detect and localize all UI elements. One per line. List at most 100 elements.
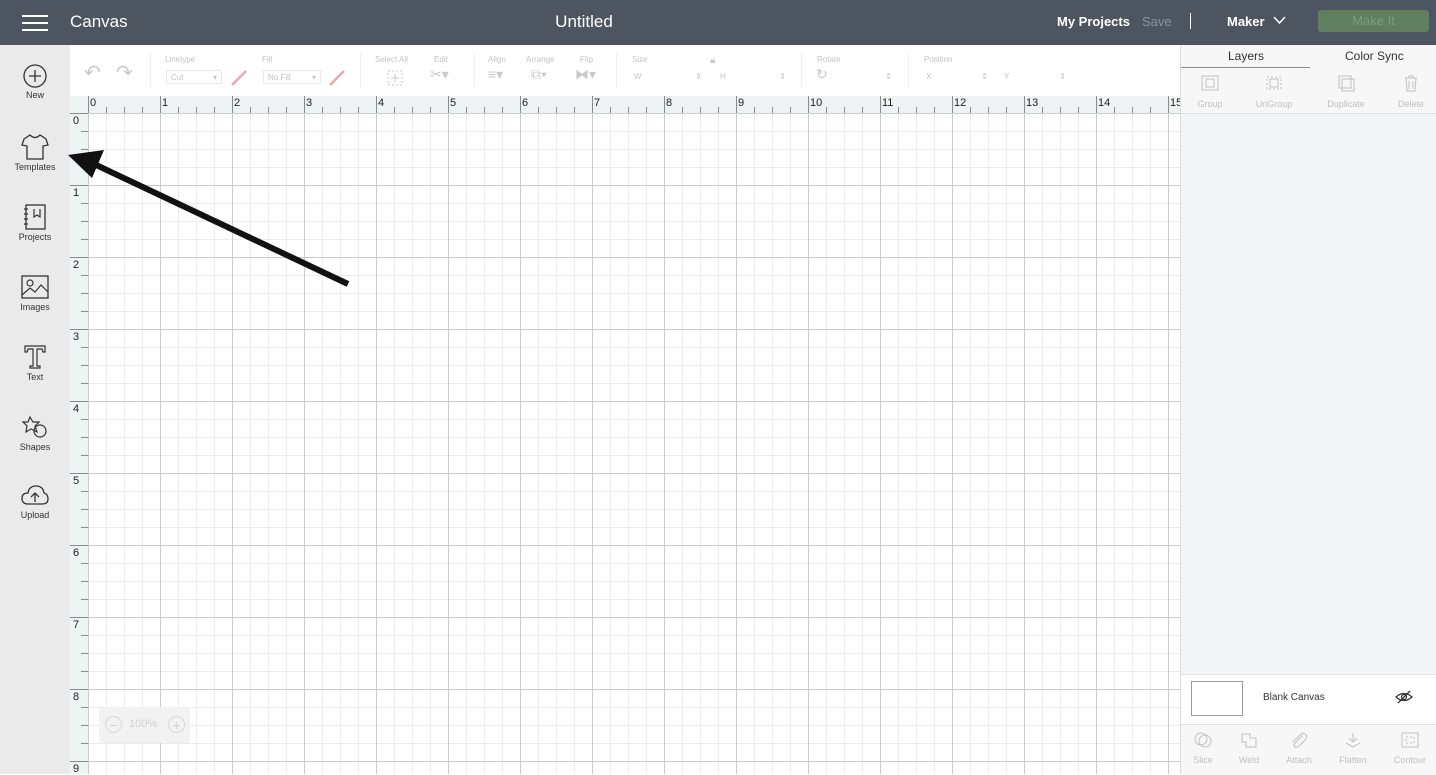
contour-label: Contour <box>1393 755 1427 765</box>
cloud-upload-icon <box>21 485 49 505</box>
linetype-label: Linetype <box>165 55 196 64</box>
zoom-in-button[interactable]: + <box>168 716 185 733</box>
duplicate-icon <box>1338 75 1355 92</box>
contour-button[interactable]: Contour <box>1385 731 1435 765</box>
machine-selector[interactable]: Maker <box>1227 14 1286 29</box>
group-icon <box>1201 75 1219 91</box>
stepper-icon: ⇕ <box>1059 72 1066 81</box>
edit-label: Edit <box>434 55 448 64</box>
linetype-value: Cut <box>171 73 184 82</box>
duplicate-button[interactable]: Duplicate <box>1314 74 1378 109</box>
blank-canvas-swatch[interactable] <box>1191 681 1243 716</box>
rotate-input[interactable]: ⇕ <box>834 70 894 84</box>
flatten-button[interactable]: Flatten <box>1328 731 1378 765</box>
my-projects-link[interactable]: My Projects <box>1057 14 1130 29</box>
sidebar-item-templates[interactable]: Templates <box>0 133 70 195</box>
ruler-number: 1 <box>73 187 80 199</box>
sidebar-item-label: Projects <box>18 232 52 242</box>
ruler-number: 12 <box>954 97 967 109</box>
sidebar-item-images[interactable]: Images <box>0 273 70 335</box>
sidebar-item-text[interactable]: Text <box>0 343 70 405</box>
layer-bottom-actions: Slice Weld Attach Flatten Contour <box>1181 724 1436 775</box>
size-width-input[interactable]: W ⇕ <box>630 70 704 84</box>
top-bar: Canvas Untitled My Projects Save Maker M… <box>0 0 1436 45</box>
tab-color-sync[interactable]: Color Sync <box>1345 49 1404 63</box>
delete-label: Delete <box>1397 99 1424 109</box>
slice-button[interactable]: Slice <box>1178 731 1228 765</box>
stepper-icon: ⇕ <box>695 72 702 81</box>
chevron-down-icon <box>1273 16 1286 25</box>
layer-actions-bar: Group UnGroup Duplicate Delete <box>1181 68 1436 114</box>
align-icon[interactable]: ≡▾ <box>488 66 503 83</box>
position-x-input[interactable]: X ⇕ <box>922 70 990 84</box>
flip-icon[interactable]: ⧓▾ <box>575 66 596 83</box>
horizontal-ruler: 0 1 2 3 4 5 6 7 8 9 10 11 12 13 14 15 <box>88 96 1180 113</box>
zoom-out-button[interactable]: − <box>105 716 122 733</box>
slice-label: Slice <box>1193 755 1213 765</box>
ruler-number: 7 <box>594 97 601 109</box>
position-y-input[interactable]: Y ⇕ <box>1000 70 1068 84</box>
sidebar-item-shapes[interactable]: Shapes <box>0 413 70 475</box>
fill-color-icon[interactable] <box>328 69 346 87</box>
ruler-number: 8 <box>73 691 80 703</box>
tshirt-icon <box>21 134 49 160</box>
slice-icon <box>1194 732 1212 748</box>
notebook-icon <box>24 204 46 230</box>
sidebar-item-projects[interactable]: Projects <box>0 203 70 265</box>
stepper-icon: ⇕ <box>981 72 988 81</box>
contour-icon <box>1401 732 1419 748</box>
sidebar-item-new[interactable]: New <box>0 63 70 125</box>
ruler-number: 9 <box>738 97 745 109</box>
text-t-icon <box>24 345 46 369</box>
delete-button[interactable]: Delete <box>1379 74 1436 109</box>
size-height-input[interactable]: H ⇕ <box>716 70 788 84</box>
design-canvas[interactable] <box>88 113 1180 774</box>
linetype-select[interactable]: Cut ▾ <box>166 70 222 84</box>
linetype-color-icon[interactable] <box>230 69 248 87</box>
ruler-number: 5 <box>450 97 457 109</box>
ruler-number: 3 <box>73 331 80 343</box>
arrange-icon[interactable]: ⧉▾ <box>531 66 547 83</box>
zoom-level: 100% <box>129 718 158 730</box>
ruler-number: 10 <box>810 97 823 109</box>
sidebar-item-label: New <box>25 90 44 100</box>
attach-button[interactable]: Attach <box>1274 731 1324 765</box>
ruler-number: 2 <box>73 259 80 271</box>
weld-button[interactable]: Weld <box>1224 731 1274 765</box>
zoom-control: − 100% + <box>99 707 190 743</box>
ungroup-button[interactable]: UnGroup <box>1242 74 1306 109</box>
lock-ratio-icon[interactable]: 🔒︎ <box>710 55 715 66</box>
blank-canvas-layer[interactable]: Blank Canvas <box>1181 674 1436 725</box>
eye-hidden-icon[interactable] <box>1395 689 1413 705</box>
size-w-label: W <box>634 72 642 81</box>
align-label: Align <box>488 55 506 64</box>
dropdown-caret-icon: ▾ <box>311 73 316 82</box>
edit-scissors-icon[interactable]: ✂▾ <box>430 66 449 83</box>
size-label: Size <box>632 55 648 64</box>
sidebar-item-label: Text <box>26 372 44 382</box>
left-sidebar: New Templates Projects Images Text Shape… <box>0 45 71 774</box>
position-y-label: Y <box>1004 72 1010 81</box>
redo-icon[interactable]: ↷ <box>116 60 133 85</box>
fill-select[interactable]: No Fill ▾ <box>263 70 321 84</box>
fill-value: No Fill <box>268 73 291 82</box>
undo-icon[interactable]: ↶ <box>84 60 101 85</box>
toolbar-separator <box>908 53 909 87</box>
sidebar-item-upload[interactable]: Upload <box>0 483 70 545</box>
ruler-number: 9 <box>73 763 80 774</box>
attach-label: Attach <box>1286 755 1312 765</box>
ruler-number: 6 <box>522 97 529 109</box>
header-divider <box>1190 13 1191 29</box>
ruler-number: 4 <box>73 403 80 415</box>
ruler-number: 2 <box>234 97 241 109</box>
position-x-label: X <box>926 72 932 81</box>
sidebar-item-label: Templates <box>14 162 56 172</box>
tab-layers[interactable]: Layers <box>1228 49 1264 63</box>
toolbar-separator <box>616 53 617 87</box>
group-button[interactable]: Group <box>1178 74 1242 109</box>
stepper-icon: ⇕ <box>779 72 786 81</box>
make-it-button[interactable]: Make It <box>1318 10 1429 32</box>
save-button[interactable]: Save <box>1142 14 1172 29</box>
select-all-icon[interactable] <box>386 69 404 87</box>
ruler-number: 7 <box>73 619 80 631</box>
